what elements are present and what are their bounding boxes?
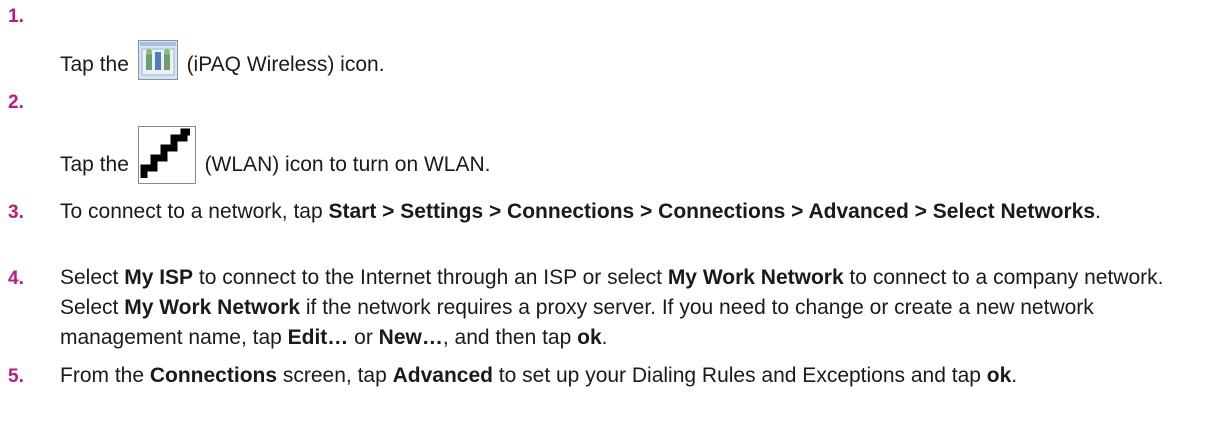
bold-term: My Work Network	[124, 296, 301, 319]
step-4-text-part: or	[348, 326, 379, 349]
step-3-number: 3.	[8, 202, 24, 223]
bold-term: ok	[577, 326, 602, 349]
menu-path: Start > Settings > Connections > Connect…	[328, 200, 927, 223]
step-5-text: From the Connections screen, tap Advance…	[60, 361, 1210, 391]
step-4-text-part: .	[601, 326, 608, 349]
bold-term: Advanced	[392, 364, 493, 387]
step-5-text-part: .	[1011, 364, 1018, 387]
step-2-prefix: Tap the	[60, 153, 135, 176]
step-3-text-part: To connect to a network, tap	[60, 200, 329, 223]
step-5-number: 5.	[8, 366, 24, 387]
bold-term: New…	[378, 326, 443, 349]
step-3-text: To connect to a network, tap Start > Set…	[60, 197, 1210, 227]
step-4-text: Select My ISP to connect to the Internet…	[60, 263, 1210, 353]
step-5-text-part: screen, tap	[277, 364, 393, 387]
step-5-text-part: to set up your Dialing Rules and Excepti…	[492, 364, 987, 387]
bold-term: My ISP	[124, 266, 194, 289]
step-4-text-part: , and then tap	[442, 326, 578, 349]
step-3-text-part: .	[1095, 200, 1101, 223]
bold-term: ok	[986, 364, 1012, 387]
step-2-suffix: (WLAN) icon to turn on WLAN.	[198, 153, 491, 176]
step-5-text-part: From the	[60, 364, 150, 387]
step-1-text: Tap the (iPAQ Wireless) icon.	[60, 40, 385, 80]
step-2-number: 2.	[8, 92, 24, 113]
bold-term: Connections	[149, 364, 278, 387]
step-2-text: Tap the (WLAN) icon to turn on WLAN.	[60, 126, 491, 184]
bold-term: Edit…	[287, 326, 349, 349]
step-1-prefix: Tap the	[60, 53, 135, 76]
step-1-suffix: (iPAQ Wireless) icon.	[180, 53, 385, 76]
step-4-text-part: Select	[60, 266, 125, 289]
wlan-icon	[137, 126, 196, 184]
step-1-number: 1.	[8, 6, 24, 27]
step-4-number: 4.	[8, 268, 24, 289]
step-4-text-part: to connect to the Internet through an IS…	[193, 266, 668, 289]
ipaq-wireless-icon	[137, 40, 178, 80]
menu-path-end: Select Networks	[932, 200, 1096, 223]
bold-term: My Work Network	[667, 266, 844, 289]
